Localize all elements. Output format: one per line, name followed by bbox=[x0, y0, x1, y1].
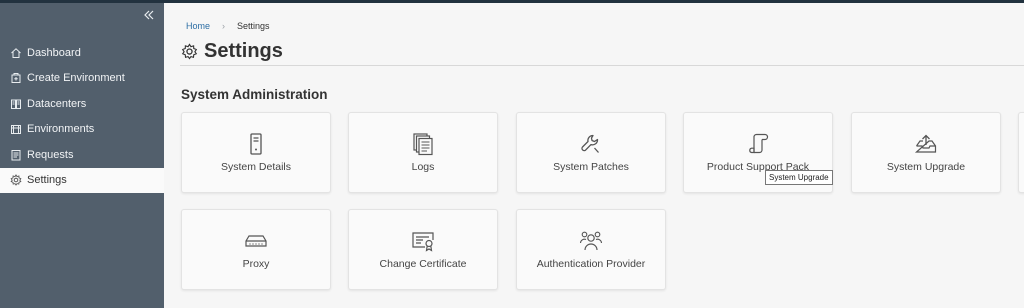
card-system-upgrade[interactable]: System Upgrade bbox=[851, 112, 1001, 193]
breadcrumb: Home › Settings bbox=[186, 21, 270, 31]
card-label: System Patches bbox=[553, 161, 629, 173]
page-header: Settings bbox=[181, 40, 283, 63]
sidebar-item-datacenters[interactable]: Datacenters bbox=[0, 91, 164, 117]
page-title: Settings bbox=[204, 40, 283, 62]
sidebar-item-label: Settings bbox=[27, 174, 67, 187]
card-label: Authentication Provider bbox=[536, 258, 646, 270]
sidebar-item-label: Create Environment bbox=[27, 72, 125, 85]
datacenter-icon bbox=[10, 98, 22, 110]
section-title: System Administration bbox=[181, 87, 328, 102]
card-change-certificate[interactable]: Change Certificate bbox=[348, 209, 498, 290]
gear-icon bbox=[10, 174, 22, 187]
server-icon bbox=[244, 132, 268, 156]
card-label: Proxy bbox=[242, 258, 270, 270]
upload-tray-icon bbox=[914, 132, 938, 156]
home-icon bbox=[10, 47, 22, 59]
gear-icon bbox=[181, 43, 198, 60]
sidebar-item-create-environment[interactable]: Create Environment bbox=[0, 66, 164, 92]
scroll-icon bbox=[746, 132, 770, 156]
sidebar-item-label: Dashboard bbox=[27, 46, 81, 59]
network-device-icon bbox=[244, 229, 268, 253]
card-label: Logs bbox=[411, 161, 435, 173]
breadcrumb-home-link[interactable]: Home bbox=[186, 21, 210, 31]
create-environment-icon bbox=[10, 72, 22, 84]
requests-icon bbox=[10, 149, 22, 161]
card-proxy[interactable]: Proxy bbox=[181, 209, 331, 290]
sidebar-nav: Dashboard Create Environment Datacenters… bbox=[0, 40, 164, 193]
sidebar-item-label: Environments bbox=[27, 123, 95, 136]
sidebar-item-requests[interactable]: Requests bbox=[0, 142, 164, 168]
certificate-icon bbox=[411, 229, 435, 253]
logs-icon bbox=[411, 132, 435, 156]
sidebar-item-label: Requests bbox=[27, 148, 74, 161]
card-logs[interactable]: Logs bbox=[348, 112, 498, 193]
wrench-icon bbox=[579, 132, 603, 156]
sidebar-item-settings[interactable]: Settings bbox=[0, 167, 164, 193]
breadcrumb-separator: › bbox=[222, 21, 226, 31]
main-content: Home › Settings Settings System Administ… bbox=[164, 3, 1024, 308]
environments-icon bbox=[10, 123, 22, 135]
card-label: Change Certificate bbox=[379, 258, 467, 270]
card-system-patches[interactable]: System Patches bbox=[516, 112, 666, 193]
card-partial[interactable] bbox=[1018, 112, 1024, 193]
sidebar-item-label: Datacenters bbox=[27, 97, 87, 110]
double-chevron-left-icon[interactable] bbox=[142, 8, 156, 22]
card-label: System Details bbox=[220, 161, 292, 173]
divider bbox=[180, 65, 1024, 66]
sidebar-item-dashboard[interactable]: Dashboard bbox=[0, 40, 164, 66]
users-group-icon bbox=[579, 229, 603, 253]
sidebar-item-environments[interactable]: Environments bbox=[0, 117, 164, 143]
card-system-details[interactable]: System Details bbox=[181, 112, 331, 193]
card-authentication-provider[interactable]: Authentication Provider bbox=[516, 209, 666, 290]
tooltip: System Upgrade bbox=[765, 170, 833, 185]
breadcrumb-current: Settings bbox=[237, 21, 270, 31]
card-label: System Upgrade bbox=[886, 161, 966, 173]
sidebar: Dashboard Create Environment Datacenters… bbox=[0, 3, 164, 308]
